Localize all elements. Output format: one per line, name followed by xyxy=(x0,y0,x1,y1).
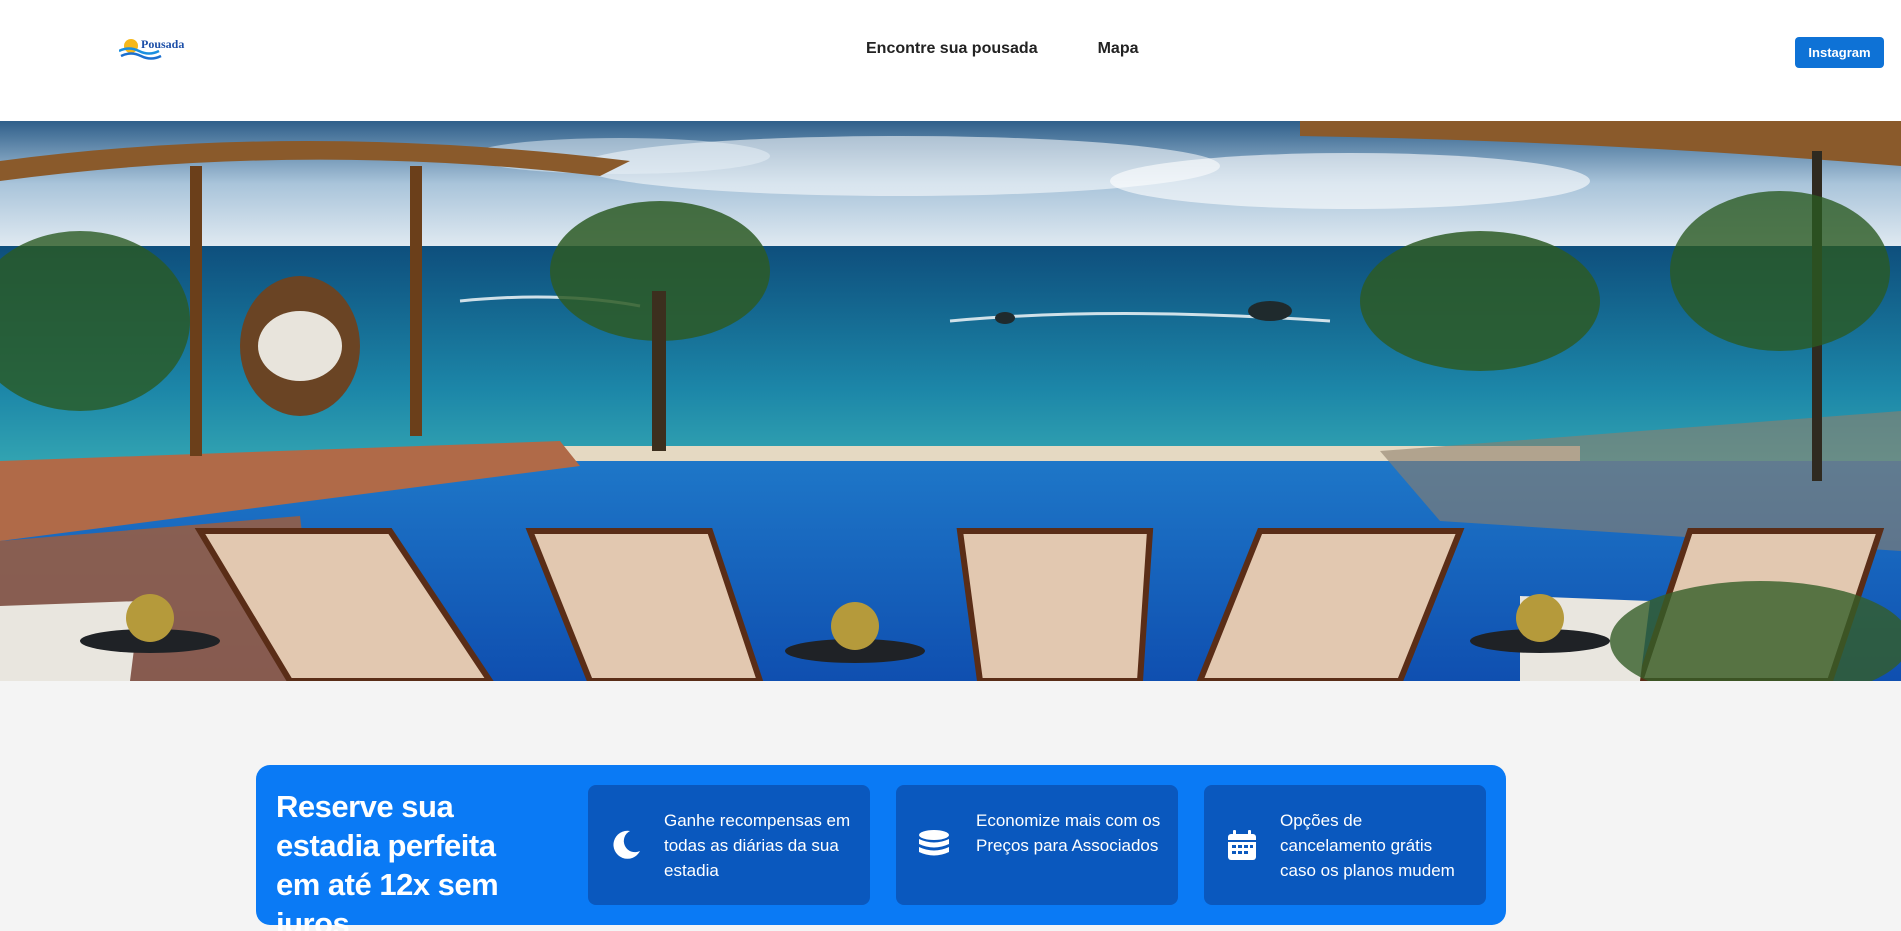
benefit-card-prices: Economize mais com os Preços para Associ… xyxy=(896,785,1178,905)
nav-mapa[interactable]: Mapa xyxy=(1098,40,1139,58)
instagram-button[interactable]: Instagram xyxy=(1795,37,1884,68)
promo-banner: Reserve sua estadia perfeita em até 12x … xyxy=(256,765,1506,931)
logo-text: Pousada xyxy=(141,37,184,51)
benefit-text-rewards: Ganhe recompensas em todas as diárias da… xyxy=(664,811,851,880)
hero-image xyxy=(0,121,1901,681)
moon-icon xyxy=(608,827,644,863)
benefit-text-cancellation: Opções de cancelamento grátis caso os pl… xyxy=(1280,811,1455,880)
calendar-icon xyxy=(1224,827,1260,863)
main-nav: Encontre sua pousada Mapa xyxy=(866,40,1139,58)
benefit-card-rewards: Ganhe recompensas em todas as diárias da… xyxy=(588,785,870,905)
nav-encontre-pousada[interactable]: Encontre sua pousada xyxy=(866,40,1038,58)
coins-icon xyxy=(916,827,952,863)
pousada-logo[interactable]: Pousada xyxy=(119,34,195,64)
benefit-text-prices: Economize mais com os Preços para Associ… xyxy=(976,811,1161,855)
site-header: Pousada Encontre sua pousada Mapa Instag… xyxy=(0,0,1901,121)
benefit-card-cancellation: Opções de cancelamento grátis caso os pl… xyxy=(1204,785,1486,905)
promo-title: Reserve sua estadia perfeita em até 12x … xyxy=(276,789,499,931)
